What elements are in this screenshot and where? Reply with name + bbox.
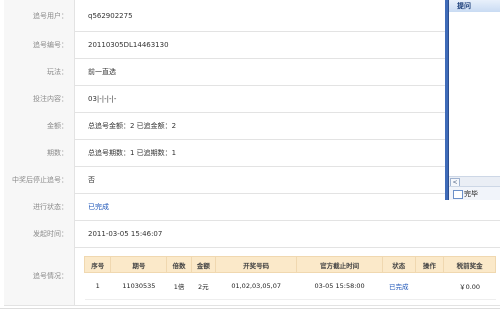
th-prize: 税前奖金 bbox=[443, 256, 496, 273]
cell-prize: ￥0.00 bbox=[443, 272, 496, 300]
row-start-time: 发起时间： 2011-03-05 15:46:07 bbox=[4, 220, 500, 248]
th-status: 状态 bbox=[381, 256, 416, 273]
cell-status-link[interactable]: 已完成 bbox=[382, 272, 416, 300]
row-play-type: 玩法： 前一直选 bbox=[4, 58, 500, 86]
table-row: 1 11030535 1倍 2元 01,02,03,05,07 03-05 15… bbox=[84, 272, 496, 300]
label-periods: 期数： bbox=[4, 139, 75, 166]
page-icon bbox=[453, 190, 463, 199]
row-chase-id: 追号编号： 20110305DL14463130 bbox=[4, 31, 500, 59]
th-seq: 序号 bbox=[83, 256, 112, 273]
th-period: 期号 bbox=[110, 256, 168, 273]
label-chase-id: 追号编号： bbox=[4, 31, 75, 58]
row-amount: 金额： 总追号金额：2 已追金额：2 bbox=[4, 112, 500, 140]
cell-action bbox=[415, 272, 444, 300]
side-window-body: 提问 < 完毕 bbox=[448, 0, 500, 200]
cell-period: 11030535 bbox=[110, 272, 167, 300]
cell-seq: 1 bbox=[84, 272, 111, 300]
label-chase-situation: 追号情况： bbox=[4, 247, 75, 305]
label-progress-status: 进行状态： bbox=[4, 193, 75, 220]
row-stop-after-win: 中奖后停止追号： 否 bbox=[4, 166, 500, 194]
label-start-time: 发起时间： bbox=[4, 220, 75, 247]
table-header-row: 序号 期号 倍数 金额 开奖号码 官方截止时间 状态 操作 税前奖金 bbox=[83, 256, 496, 273]
cell-multiple: 1倍 bbox=[166, 272, 192, 300]
label-amount: 金额： bbox=[4, 112, 75, 139]
th-action: 操作 bbox=[414, 256, 445, 273]
row-chase-user: 追号用户： q562902275 bbox=[4, 0, 500, 32]
label-chase-user: 追号用户： bbox=[4, 0, 75, 31]
chase-detail-panel: 追号用户： q562902275 追号编号： 20110305DL1446313… bbox=[0, 0, 500, 312]
th-deadline: 官方截止时间 bbox=[296, 256, 383, 273]
side-status-bar: 完毕 bbox=[449, 186, 500, 200]
label-bet-content: 投注内容： bbox=[4, 85, 75, 112]
label-play-type: 玩法： bbox=[4, 58, 75, 85]
chase-track-table: 序号 期号 倍数 金额 开奖号码 官方截止时间 状态 操作 税前奖金 1 110… bbox=[83, 256, 496, 300]
cell-amount: 2元 bbox=[191, 272, 216, 300]
status-done-text: 完毕 bbox=[464, 190, 478, 198]
label-stop-after-win: 中奖后停止追号： bbox=[4, 166, 75, 193]
row-progress-status: 进行状态： 已完成 bbox=[4, 193, 500, 221]
bottom-divider bbox=[0, 308, 500, 309]
cell-deadline: 03-05 15:58:00 bbox=[296, 272, 383, 300]
status-link[interactable]: 已完成 bbox=[88, 202, 109, 212]
row-bet-content: 投注内容： 03|-|-|-|- bbox=[4, 85, 500, 113]
question-side-window: 提问 < 完毕 bbox=[445, 0, 500, 200]
th-numbers: 开奖号码 bbox=[214, 256, 298, 273]
side-window-title: 提问 bbox=[449, 0, 500, 12]
th-amount: 金额 bbox=[190, 256, 216, 273]
cell-numbers: 01,02,03,05,07 bbox=[215, 272, 297, 300]
th-multiple: 倍数 bbox=[166, 256, 192, 273]
row-periods: 期数： 总追号期数：1 已追期数：1 bbox=[4, 139, 500, 167]
